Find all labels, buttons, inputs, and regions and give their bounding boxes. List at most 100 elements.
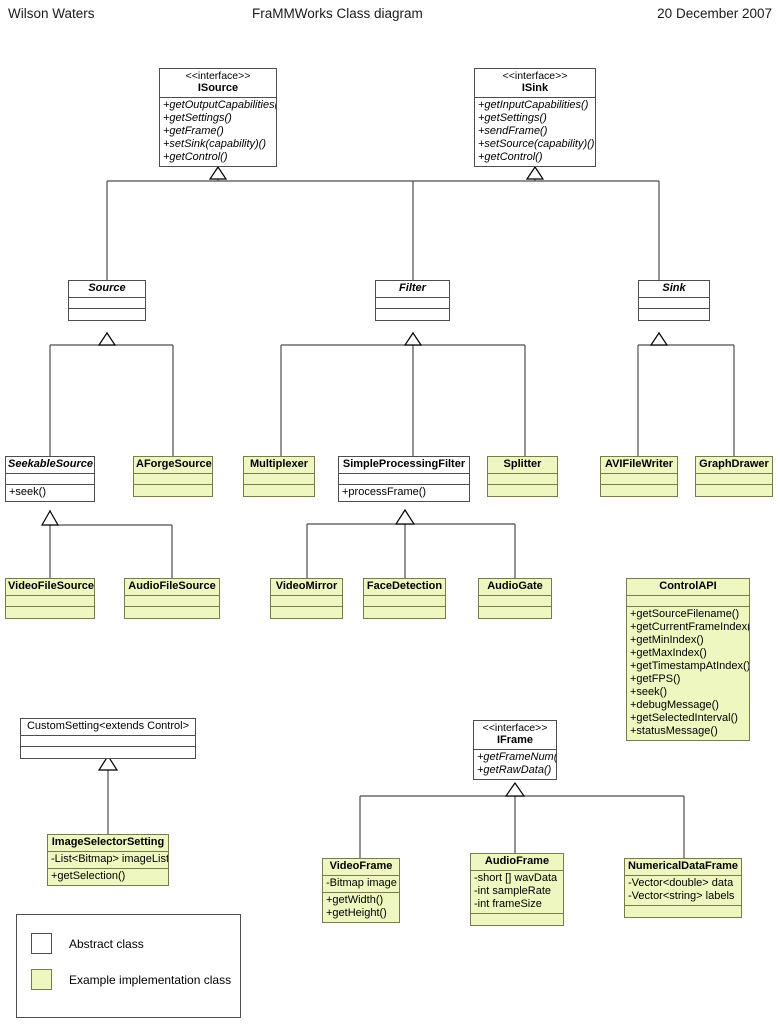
class-name-label: ImageSelectorSetting [51,836,165,848]
class-methods-audiogate [479,607,551,618]
class-box-videofilesource[interactable]: VideoFileSource [5,578,95,619]
class-methods-graphdrawer [696,485,772,496]
stereotype-label: <<interface>> [502,70,568,82]
class-box-controlapi[interactable]: ControlAPI +getSourceFilename() +getCurr… [626,578,750,741]
member-row: +statusMessage() [630,724,718,737]
class-methods-videoframe: +getWidth() +getHeight() [323,893,399,922]
class-header-aforgesource: AForgeSource [134,457,212,474]
class-attributes-videofilesource [6,596,94,607]
class-name-label: Source [88,282,126,294]
class-attributes-source [69,298,145,309]
page-header: Wilson Waters FraMMWorks Class diagram 2… [0,6,780,30]
generalization-arrow-iframe [504,781,526,797]
class-name-label: SeekableSource [8,458,93,470]
member-row: +seek() [630,685,667,698]
class-methods-audioframe [471,914,563,925]
class-name-label: ControlAPI [659,580,717,592]
legend-item-implementation: Example implementation class [31,969,231,990]
header-title: FraMMWorks Class diagram [252,6,423,21]
member-row: -List<Bitmap> imageList [51,852,169,865]
class-name-label: CustomSetting<extends Control> [26,720,190,732]
class-attributes-aforgesource [134,474,212,485]
class-name-label: VideoFrame [329,860,393,872]
class-methods-avifilewriter [601,485,677,496]
member-row: -short [] wavData [474,871,558,884]
class-box-customsetting[interactable]: CustomSetting<extends Control> [20,718,196,759]
class-header-iframe: <<interface>> IFrame [474,721,556,751]
member-row: +getControl() [163,151,228,164]
class-attributes-audiofilesource [125,596,219,607]
class-header-simpleprocessingfilter: SimpleProcessingFilter [339,457,469,474]
member-row: +setSource(capability)() [478,138,595,151]
class-box-isink[interactable]: <<interface>> ISink +getInputCapabilitie… [474,68,596,168]
class-box-multiplexer[interactable]: Multiplexer [243,456,315,497]
class-header-controlapi: ControlAPI [627,579,749,596]
class-box-source[interactable]: Source [68,280,146,321]
member-row: +getSelectedInterval() [630,711,738,724]
legend-box: Abstract class Example implementation cl… [16,914,241,1018]
member-row: +getHeight() [326,906,387,919]
generalization-arrow-filter [403,331,423,346]
legend-swatch-implementation [31,969,52,990]
member-row: +getOutputCapabilities() [163,99,277,112]
class-box-seekablesource[interactable]: SeekableSource +seek() [5,456,95,502]
class-box-splitter[interactable]: Splitter [487,456,558,497]
class-box-numericaldataframe[interactable]: NumericalDataFrame -Vector<double> data … [624,858,742,918]
class-attributes-seekablesource [6,474,94,485]
class-name-label: Sink [662,282,686,294]
member-row: +sendFrame() [478,125,548,138]
legend-label: Example implementation class [69,972,232,987]
class-header-filter: Filter [376,281,449,298]
member-row: +processFrame() [342,485,427,498]
legend-swatch-abstract [31,933,52,954]
class-box-audioframe[interactable]: AudioFrame -short [] wavData -int sample… [470,853,564,926]
class-methods-sink [639,309,709,320]
class-name-label: VideoFileSource [8,580,94,592]
class-box-graphdrawer[interactable]: GraphDrawer [695,456,773,497]
class-header-isource: <<interface>> ISource [160,69,276,99]
member-row: +getInputCapabilities() [478,99,589,112]
class-methods-numericaldataframe [625,906,741,917]
class-attributes-avifilewriter [601,474,677,485]
class-box-avifilewriter[interactable]: AVIFileWriter [600,456,678,497]
class-header-videomirror: VideoMirror [271,579,342,596]
member-row: -Vector<double> data [628,876,734,889]
class-attributes-imageselectorsetting: -List<Bitmap> imageList [48,852,168,869]
class-header-videofilesource: VideoFileSource [6,579,94,596]
class-attributes-multiplexer [244,474,314,485]
class-box-videomirror[interactable]: VideoMirror [270,578,343,619]
class-box-audiofilesource[interactable]: AudioFileSource [124,578,220,619]
class-name-label: AudioFrame [484,855,550,867]
class-name-label: AudioGate [487,580,543,592]
class-name-label: Filter [399,282,426,294]
header-author: Wilson Waters [8,6,95,21]
class-header-audiofilesource: AudioFileSource [125,579,219,596]
class-header-seekablesource: SeekableSource [6,457,94,474]
class-box-sink[interactable]: Sink [638,280,710,321]
class-box-aforgesource[interactable]: AForgeSource [133,456,213,497]
class-members-isource: +getOutputCapabilities() +getSettings() … [160,98,276,166]
class-box-filter[interactable]: Filter [375,280,450,321]
class-header-audioframe: AudioFrame [471,854,563,871]
class-box-facedetection[interactable]: FaceDetection [363,578,446,619]
class-box-simpleprocessingfilter[interactable]: SimpleProcessingFilter +processFrame() [338,456,470,502]
generalization-arrow-isink [525,165,545,180]
member-row: +getMinIndex() [630,633,704,646]
class-methods-splitter [488,485,557,496]
class-box-audiogate[interactable]: AudioGate [478,578,552,619]
class-name-label: ISource [197,82,239,95]
class-box-videoframe[interactable]: VideoFrame -Bitmap image +getWidth() +ge… [322,858,400,923]
member-row: +getControl() [478,151,543,164]
member-row: +getSourceFilename() [630,607,740,620]
class-name-label: NumericalDataFrame [627,860,739,872]
class-attributes-filter [376,298,449,309]
member-row: +getCurrentFrameIndex() [630,620,750,633]
class-box-iframe[interactable]: <<interface>> IFrame +getFrameNum() +get… [473,720,557,781]
class-attributes-graphdrawer [696,474,772,485]
class-methods-filter [376,309,449,320]
class-box-isource[interactable]: <<interface>> ISource +getOutputCapabili… [159,68,277,168]
class-methods-aforgesource [134,485,212,496]
class-box-imageselectorsetting[interactable]: ImageSelectorSetting -List<Bitmap> image… [47,834,169,886]
class-methods-customsetting [21,747,195,758]
class-header-splitter: Splitter [488,457,557,474]
